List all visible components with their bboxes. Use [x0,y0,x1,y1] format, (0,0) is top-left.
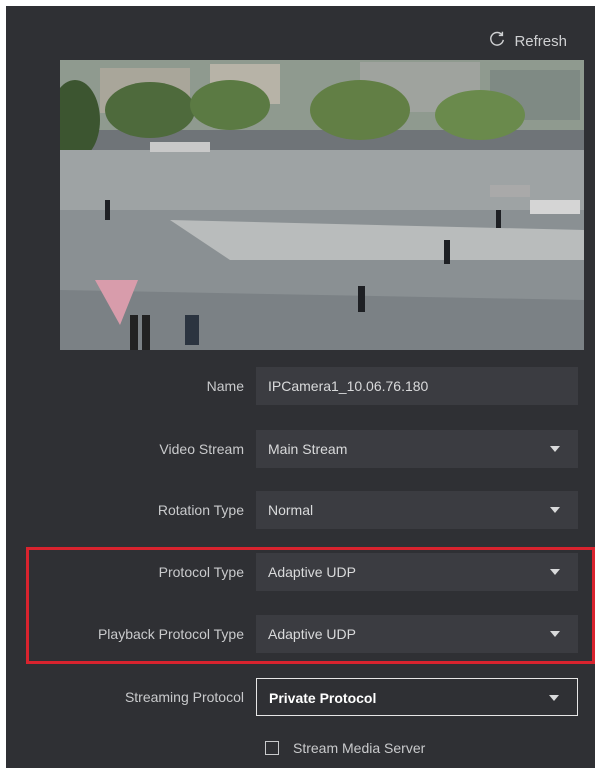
playback-protocol-type-row: Playback Protocol Type Adaptive UDP [6,615,595,653]
chevron-down-icon [550,569,560,575]
streaming-protocol-row: Streaming Protocol Private Protocol [6,678,595,716]
playback-protocol-type-value: Adaptive UDP [268,626,356,642]
video-stream-row: Video Stream Main Stream [6,430,595,468]
camera-preview-image [60,60,584,350]
refresh-icon [488,30,506,52]
rotation-type-select[interactable]: Normal [256,491,578,529]
rotation-type-value: Normal [268,502,314,518]
rotation-type-row: Rotation Type Normal [6,491,595,529]
protocol-type-value: Adaptive UDP [268,564,356,580]
name-row: Name IPCamera1_10.06.76.180 [6,367,595,405]
chevron-down-icon [550,507,560,513]
refresh-label: Refresh [514,32,567,50]
streaming-protocol-select[interactable]: Private Protocol [256,678,578,716]
protocol-type-select[interactable]: Adaptive UDP [256,553,578,591]
playback-protocol-type-select[interactable]: Adaptive UDP [256,615,578,653]
name-value: IPCamera1_10.06.76.180 [268,378,429,394]
streaming-protocol-value: Private Protocol [269,690,377,706]
playback-protocol-type-label: Playback Protocol Type [97,626,244,642]
protocol-type-label: Protocol Type [158,564,244,580]
stream-media-server-row[interactable]: Stream Media Server [265,740,425,756]
refresh-button[interactable]: Refresh [488,30,567,52]
video-stream-select[interactable]: Main Stream [256,430,578,468]
chevron-down-icon [550,446,560,452]
chevron-down-icon [550,631,560,637]
protocol-type-row: Protocol Type Adaptive UDP [6,553,595,591]
rotation-type-label: Rotation Type [157,502,244,518]
stream-media-server-checkbox[interactable] [265,741,279,755]
camera-settings-panel: Refresh Name IPCamera1_10.06.76.180 Vide… [6,6,595,768]
video-stream-value: Main Stream [268,441,348,457]
streaming-protocol-label: Streaming Protocol [124,689,244,705]
name-input[interactable]: IPCamera1_10.06.76.180 [256,367,578,405]
name-label: Name [206,378,244,394]
chevron-down-icon [549,695,559,701]
video-stream-label: Video Stream [159,441,244,457]
stream-media-server-label: Stream Media Server [293,740,426,756]
